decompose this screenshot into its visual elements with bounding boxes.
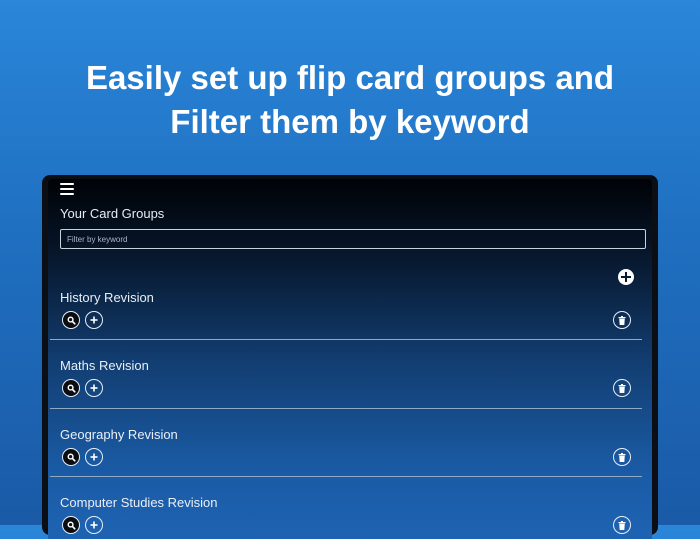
page-title: Your Card Groups	[60, 206, 165, 221]
card-group-item: Computer Studies Revision	[48, 495, 642, 539]
headline-line-1: Easily set up flip card groups and	[85, 59, 615, 96]
magnifier-icon	[67, 316, 76, 325]
search-button[interactable]	[62, 516, 80, 534]
add-group-plus-circle-icon[interactable]	[618, 269, 634, 285]
divider	[50, 339, 642, 340]
magnifier-icon	[67, 384, 76, 393]
trash-icon	[618, 315, 626, 325]
headline: Easily set up flip card groups and Filte…	[0, 56, 700, 144]
add-card-button[interactable]	[85, 448, 103, 466]
search-button[interactable]	[62, 311, 80, 329]
plus-icon	[90, 384, 98, 392]
plus-icon	[90, 316, 98, 324]
magnifier-icon	[67, 453, 76, 462]
add-card-button[interactable]	[85, 311, 103, 329]
search-button[interactable]	[62, 448, 80, 466]
filter-keyword-input[interactable]	[60, 229, 646, 249]
delete-group-button[interactable]	[613, 448, 631, 466]
card-group-item: Maths Revision	[48, 358, 642, 426]
add-card-button[interactable]	[85, 516, 103, 534]
search-button[interactable]	[62, 379, 80, 397]
headline-line-2: Filter them by keyword	[170, 103, 530, 140]
trash-icon	[618, 383, 626, 393]
magnifier-icon	[67, 521, 76, 530]
plus-icon	[90, 521, 98, 529]
app-screen: Your Card Groups History Revision Maths …	[48, 179, 652, 539]
delete-group-button[interactable]	[613, 311, 631, 329]
card-group-item: Geography Revision	[48, 427, 642, 495]
trash-icon	[618, 452, 626, 462]
divider	[50, 476, 642, 477]
trash-icon	[618, 520, 626, 530]
hamburger-menu-icon[interactable]	[60, 183, 74, 195]
plus-icon	[90, 453, 98, 461]
group-name: Computer Studies Revision	[60, 495, 218, 510]
group-name: Maths Revision	[60, 358, 149, 373]
group-name: Geography Revision	[60, 427, 178, 442]
delete-group-button[interactable]	[613, 379, 631, 397]
add-card-button[interactable]	[85, 379, 103, 397]
delete-group-button[interactable]	[613, 516, 631, 534]
divider	[50, 408, 642, 409]
card-group-item: History Revision	[48, 290, 642, 358]
group-name: History Revision	[60, 290, 154, 305]
tablet-frame: Your Card Groups History Revision Maths …	[42, 175, 658, 539]
